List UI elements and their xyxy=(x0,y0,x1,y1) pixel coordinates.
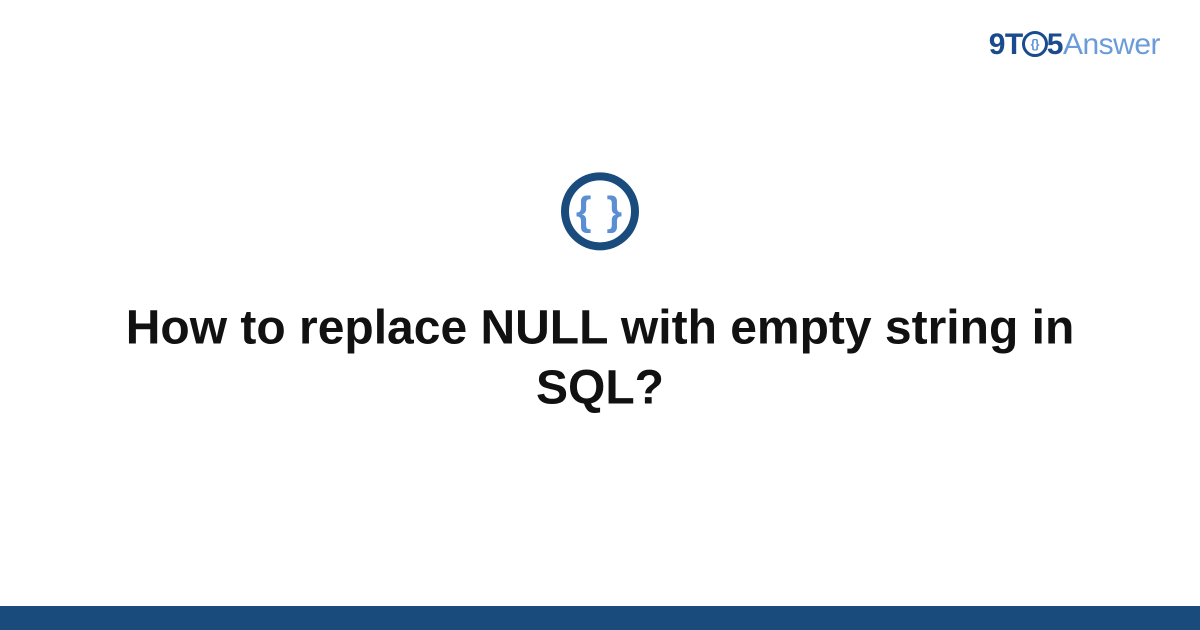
footer-bar xyxy=(0,606,1200,630)
braces-glyph: { } xyxy=(576,191,624,231)
brand-text-5: 5 xyxy=(1047,28,1063,61)
main-content: { } How to replace NULL with empty strin… xyxy=(0,172,1200,418)
code-braces-icon: { } xyxy=(561,172,639,250)
brand-logo: 9T {} 5Answer xyxy=(989,28,1160,62)
brand-text-9t: 9T xyxy=(989,28,1023,61)
brand-text-answer: Answer xyxy=(1063,28,1160,61)
brand-circle-inner-glyph: {} xyxy=(1031,38,1039,50)
question-title: How to replace NULL with empty string in… xyxy=(0,298,1200,418)
brand-circle-o: {} xyxy=(1022,31,1048,57)
